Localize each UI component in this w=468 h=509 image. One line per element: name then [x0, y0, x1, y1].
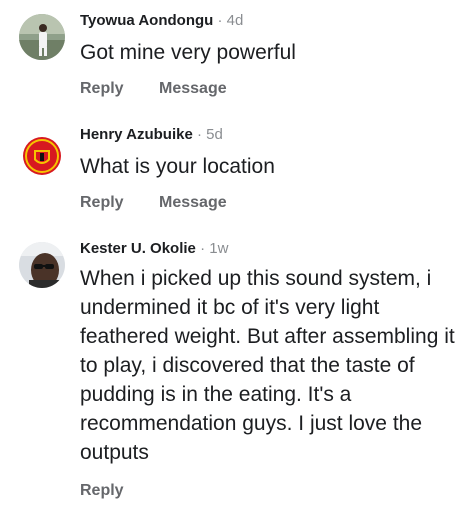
avatar[interactable]: [19, 14, 65, 60]
commenter-name[interactable]: Henry Azubuike: [80, 126, 193, 143]
comment-meta: Henry Azubuike · 5d: [80, 126, 223, 144]
reply-button[interactable]: Reply: [80, 194, 124, 212]
club-crest-icon: [20, 134, 64, 178]
meta-separator: ·: [196, 126, 202, 143]
comment-time[interactable]: 5d: [206, 126, 223, 143]
comment-actions: Reply: [80, 482, 124, 500]
comment-actions: Reply Message: [80, 194, 227, 212]
commenter-name[interactable]: Kester U. Okolie: [80, 240, 196, 257]
meta-separator: ·: [217, 12, 223, 29]
meta-separator: ·: [200, 240, 206, 257]
comment-meta: Kester U. Okolie · 1w: [80, 240, 228, 258]
reply-button[interactable]: Reply: [80, 482, 124, 500]
message-button[interactable]: Message: [159, 80, 227, 98]
comment-actions: Reply Message: [80, 80, 227, 98]
avatar[interactable]: [19, 133, 65, 179]
comment-meta: Tyowua Aondongu · 4d: [80, 12, 243, 30]
avatar[interactable]: [19, 242, 65, 288]
reply-button[interactable]: Reply: [80, 80, 124, 98]
commenter-name[interactable]: Tyowua Aondongu: [80, 12, 213, 29]
comment-text: Got mine very powerful: [80, 41, 296, 64]
comment-text: What is your location: [80, 155, 275, 178]
person-photo-icon: [19, 14, 65, 60]
person-sunglasses-photo-icon: [19, 242, 65, 288]
comment-time[interactable]: 4d: [227, 12, 244, 29]
comment-time[interactable]: 1w: [209, 240, 228, 257]
comment-text: When i picked up this sound system, i un…: [80, 267, 455, 464]
message-button[interactable]: Message: [159, 194, 227, 212]
